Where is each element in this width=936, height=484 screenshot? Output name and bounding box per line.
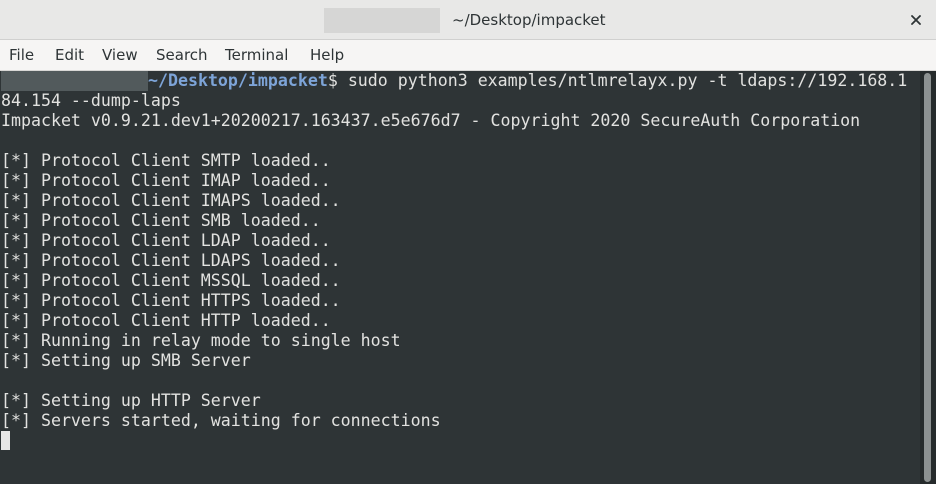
prompt-path: ~/Desktop/impacket	[148, 71, 328, 90]
output-line: [*] Protocol Client SMB loaded..	[1, 211, 321, 230]
title-bar[interactable]: ~/Desktop/impacket	[0, 0, 936, 40]
output-line: [*] Protocol Client IMAPS loaded..	[1, 191, 341, 210]
redacted-hostname	[324, 8, 440, 33]
command-line: ~/Desktop/impacket$ sudo python3 example…	[1, 71, 907, 91]
close-button[interactable]	[903, 8, 929, 32]
text-cursor	[1, 431, 10, 450]
redacted-user-host	[1, 71, 148, 91]
terminal-window: ~/Desktop/impacket File Edit View Search…	[0, 0, 936, 484]
command-text: sudo python3 examples/ntlmrelayx.py -t l…	[337, 71, 908, 90]
cursor-line	[1, 431, 907, 451]
scrollbar[interactable]	[920, 71, 936, 484]
output-line: [*] Running in relay mode to single host	[1, 331, 401, 350]
output-line: [*] Protocol Client MSSQL loaded..	[1, 271, 341, 290]
terminal-output[interactable]: ~/Desktop/impacket$ sudo python3 example…	[0, 71, 920, 484]
menu-search[interactable]: Search	[156, 46, 208, 65]
menu-bar: File Edit View Search Terminal Help	[0, 40, 936, 71]
output-line: [*] Protocol Client LDAPS loaded..	[1, 251, 341, 270]
menu-help[interactable]: Help	[310, 46, 344, 65]
menu-view[interactable]: View	[102, 46, 138, 65]
output-line: [*] Servers started, waiting for connect…	[1, 411, 441, 430]
output-line: [*] Protocol Client LDAP loaded..	[1, 231, 331, 250]
output-line: [*] Protocol Client SMTP loaded..	[1, 151, 331, 170]
output-line: [*] Setting up SMB Server	[1, 351, 251, 370]
terminal-text: ~/Desktop/impacket$ sudo python3 example…	[1, 71, 907, 451]
output-line: [*] Protocol Client HTTPS loaded..	[1, 291, 341, 310]
output-line: [*] Setting up HTTP Server	[1, 391, 261, 410]
command-continuation: 84.154 --dump-laps	[1, 91, 181, 110]
menu-edit[interactable]: Edit	[55, 46, 84, 65]
prompt-symbol: $	[327, 71, 338, 90]
output-line: [*] Protocol Client IMAP loaded..	[1, 171, 331, 190]
scrollbar-thumb[interactable]	[924, 73, 931, 482]
output-line: [*] Protocol Client HTTP loaded..	[1, 311, 331, 330]
window-title: ~/Desktop/impacket	[452, 11, 606, 29]
menu-terminal[interactable]: Terminal	[225, 46, 288, 65]
close-icon	[911, 15, 921, 25]
menu-file[interactable]: File	[9, 46, 34, 65]
banner-line: Impacket v0.9.21.dev1+20200217.163437.e5…	[1, 111, 861, 130]
